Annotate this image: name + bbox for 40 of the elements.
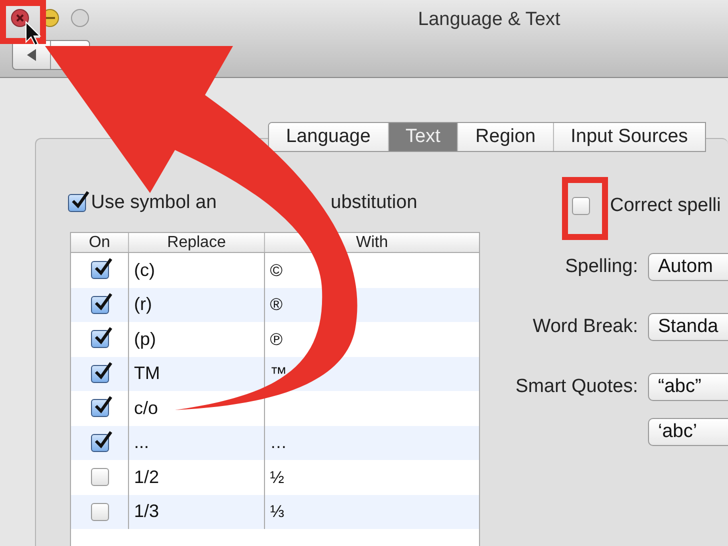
table-cell-text: (p) xyxy=(134,328,156,351)
window-title: Language & Text xyxy=(418,8,560,32)
table-cell-text: (c) xyxy=(134,258,155,282)
back-arrow-icon xyxy=(26,49,36,61)
table-cell-text: ... xyxy=(134,431,150,454)
checkbox-label: Correct spelli xyxy=(610,194,721,218)
tab[interactable]: Region xyxy=(457,123,553,151)
setting-label: Spelling: xyxy=(565,256,638,277)
tab[interactable]: Language xyxy=(269,123,388,151)
table-cell-text: 1/3 xyxy=(134,500,160,524)
table-cell-text: ™ xyxy=(270,363,287,385)
checkbox-label: ubstitution xyxy=(330,191,418,215)
checkbox[interactable] xyxy=(90,468,108,486)
table-cell-text: TM xyxy=(134,362,160,386)
popup-button[interactable]: ‘abc’ xyxy=(648,418,728,446)
setting-label: Smart Quotes: xyxy=(516,376,638,397)
close-icon[interactable] xyxy=(11,9,29,27)
checkbox[interactable] xyxy=(90,502,108,521)
table-cell-text: … xyxy=(270,432,287,454)
popup-button[interactable]: “abc” xyxy=(648,373,728,401)
table-cell-text: (r) xyxy=(134,293,152,316)
column-header[interactable]: With xyxy=(265,233,479,252)
table-cell-text: ⅓ xyxy=(270,501,284,523)
popup-button[interactable]: Autom xyxy=(648,253,728,281)
tab[interactable]: Text xyxy=(388,123,458,151)
popup-button[interactable]: Standa xyxy=(648,313,728,341)
table-cell-text: c/o xyxy=(134,396,158,420)
setting-label: Word Break: xyxy=(532,316,638,337)
table-cell-text: © xyxy=(270,260,283,282)
cursor-icon xyxy=(26,20,42,46)
tab[interactable]: Input Sources xyxy=(552,123,705,151)
column-header[interactable]: On xyxy=(71,233,129,252)
table-cell-text: 1/2 xyxy=(134,466,160,489)
table-cell-text: ½ xyxy=(270,466,284,488)
table-cell-text: ® xyxy=(270,294,283,316)
highlight-frame xyxy=(562,177,608,240)
column-header[interactable]: Replace xyxy=(129,233,265,252)
checkbox-label: Use symbol an xyxy=(91,191,217,215)
table-cell-text: ℗ xyxy=(270,328,283,350)
checkbox[interactable] xyxy=(572,197,590,216)
